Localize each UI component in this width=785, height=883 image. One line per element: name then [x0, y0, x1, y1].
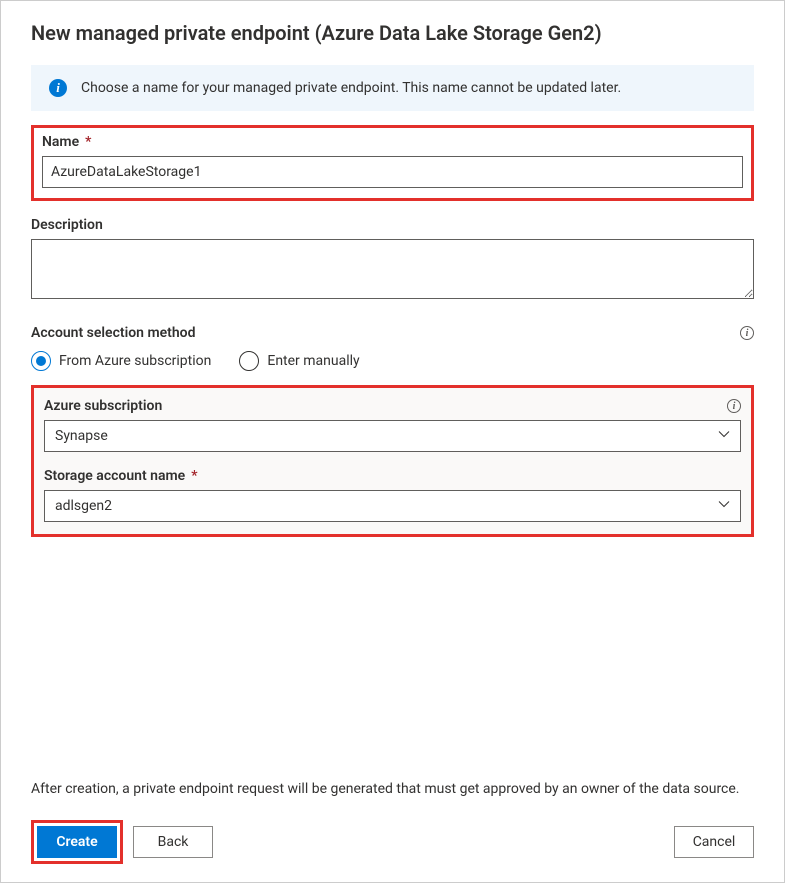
account-selection-header: Account selection method i [31, 325, 754, 341]
info-banner: i Choose a name for your managed private… [31, 65, 754, 111]
description-input[interactable] [31, 239, 754, 299]
footer-note: After creation, a private endpoint reque… [31, 780, 754, 800]
create-highlight-box: Create [31, 820, 123, 864]
storage-account-dropdown[interactable]: adlsgen2 [44, 490, 741, 522]
create-button[interactable]: Create [37, 826, 117, 858]
back-button[interactable]: Back [133, 826, 213, 858]
description-label: Description [31, 217, 103, 233]
name-highlight-box: Name * [31, 125, 754, 201]
info-outline-icon[interactable]: i [740, 326, 754, 340]
radio-unchecked-icon [239, 351, 259, 371]
name-label: Name [42, 134, 79, 150]
radio-from-subscription-label: From Azure subscription [59, 353, 211, 369]
chevron-down-icon [718, 498, 730, 514]
info-outline-icon[interactable]: i [727, 399, 741, 413]
subscription-dropdown[interactable]: Synapse [44, 420, 741, 452]
button-row: Create Back Cancel [31, 820, 754, 864]
chevron-down-icon [718, 428, 730, 444]
name-input[interactable] [42, 156, 743, 188]
account-selection-label: Account selection method [31, 325, 195, 341]
required-asterisk-icon: * [85, 134, 91, 150]
storage-account-value: adlsgen2 [55, 498, 112, 514]
info-banner-text: Choose a name for your managed private e… [81, 80, 621, 96]
managed-private-endpoint-panel: New managed private endpoint (Azure Data… [0, 0, 785, 883]
subscription-value: Synapse [55, 428, 108, 444]
storage-account-label: Storage account name [44, 468, 185, 484]
description-field: Description [31, 217, 754, 303]
panel-title: New managed private endpoint (Azure Data… [31, 21, 754, 45]
radio-from-subscription[interactable]: From Azure subscription [31, 351, 211, 371]
cancel-button[interactable]: Cancel [674, 826, 754, 858]
subscription-highlight-box: Azure subscription i Synapse Storage acc… [31, 385, 754, 537]
info-icon: i [49, 79, 67, 97]
account-selection-radio-group: From Azure subscription Enter manually [31, 351, 754, 371]
required-asterisk-icon: * [191, 468, 197, 484]
radio-enter-manually-label: Enter manually [267, 353, 359, 369]
subscription-label: Azure subscription [44, 398, 162, 414]
radio-enter-manually[interactable]: Enter manually [239, 351, 359, 371]
radio-checked-icon [31, 351, 51, 371]
